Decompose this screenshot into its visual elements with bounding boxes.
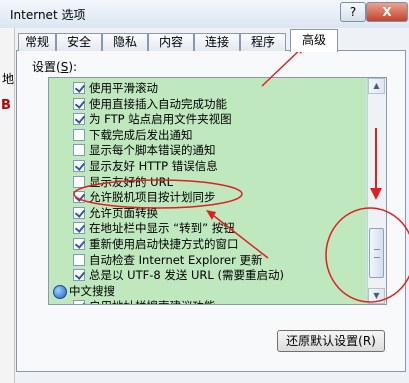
checkbox[interactable] [73, 175, 85, 188]
setting-item[interactable]: 显示友好的 URL [49, 175, 367, 191]
tab-programs[interactable]: 程序 [240, 33, 286, 51]
group-label: 中文搜搜 [69, 283, 115, 298]
setting-item[interactable]: 在地址栏中显示 “转到” 按钮 [49, 221, 367, 237]
setting-label: 在地址栏中显示 “转到” 按钮 [89, 221, 235, 236]
setting-item[interactable]: 自动检查 Internet Explorer 更新 [49, 253, 367, 269]
setting-label: 允许脱机项目按计划同步 [89, 190, 216, 205]
tab-connections[interactable]: 连接 [194, 33, 240, 51]
setting-item[interactable]: 允许脱机项目按计划同步 [49, 190, 367, 206]
setting-label: 允许页面转换 [89, 205, 158, 220]
checkbox[interactable] [73, 160, 85, 172]
setting-item[interactable]: 重新使用启动快捷方式的窗口 [49, 237, 367, 253]
checkbox[interactable] [73, 144, 85, 157]
close-button[interactable]: X [366, 2, 408, 22]
settings-list-items: 使用平滑滚动 使用直接插入自动完成功能为 FTP 站点启用文件夹视图 下载完成后发出… [49, 78, 367, 304]
globe-icon [53, 284, 67, 299]
tab-security[interactable]: 安全 [56, 33, 102, 51]
background-window-edge: 地 B [0, 28, 15, 383]
checkbox[interactable] [73, 191, 85, 204]
title-bar: Internet 选项 ? X [0, 0, 409, 29]
checkbox[interactable] [73, 238, 85, 250]
background-glyph: B [1, 98, 11, 113]
setting-label: 使用直接插入自动完成功能 [89, 96, 227, 111]
tab-general[interactable]: 常规 [18, 33, 56, 51]
setting-item[interactable]: 使用直接插入自动完成功能 [49, 97, 367, 113]
setting-label: 显示每个脚本错误的通知 [89, 143, 216, 158]
setting-item[interactable]: 为 FTP 站点启用文件夹视图 [49, 112, 367, 128]
setting-label: 自动检查 Internet Explorer 更新 [89, 252, 263, 267]
settings-list[interactable]: 使用平滑滚动 使用直接插入自动完成功能为 FTP 站点启用文件夹视图 下载完成后发出… [48, 77, 387, 305]
checkbox[interactable] [73, 97, 85, 110]
setting-label: 下载完成后发出通知 [89, 127, 193, 142]
window-title: Internet 选项 [10, 8, 86, 22]
setting-item[interactable]: 使用平滑滚动 [49, 81, 367, 97]
setting-item[interactable]: 显示每个脚本错误的通知 [49, 143, 367, 159]
scrollbar-thumb[interactable] [369, 228, 384, 278]
checkbox[interactable] [73, 113, 85, 126]
settings-label-prefix: 设置( [32, 60, 61, 74]
setting-item[interactable]: 显示友好 HTTP 错误信息 [49, 159, 367, 175]
scroll-down-arrow-icon[interactable]: ▼ [368, 288, 385, 304]
checkbox[interactable] [73, 222, 85, 235]
setting-item[interactable]: 启用地址栏搜索建议功能 [49, 299, 367, 304]
settings-label: 设置(S): [32, 58, 77, 75]
settings-group-header[interactable]: 中文搜搜 [49, 284, 367, 300]
setting-label: 显示友好 HTTP 错误信息 [89, 159, 218, 173]
checkbox[interactable] [73, 253, 85, 266]
tab-privacy[interactable]: 隐私 [102, 33, 148, 51]
setting-label: 总是以 UTF-8 发送 URL (需要重启动) [89, 268, 284, 283]
setting-label: 显示友好的 URL [89, 174, 173, 189]
setting-item[interactable]: 总是以 UTF-8 发送 URL (需要重启动) [49, 268, 367, 284]
setting-item[interactable]: 下载完成后发出通知 [49, 128, 367, 144]
checkbox[interactable] [73, 82, 85, 94]
restore-defaults-button[interactable]: 还原默认设置(R) [277, 330, 385, 352]
settings-scrollbar[interactable]: ▲ ▼ [367, 78, 386, 304]
setting-label: 重新使用启动快捷方式的窗口 [89, 237, 239, 251]
checkbox[interactable] [73, 206, 85, 219]
checkbox[interactable] [73, 128, 85, 141]
scroll-up-arrow-icon[interactable]: ▲ [368, 78, 385, 94]
checkbox[interactable] [73, 269, 85, 282]
setting-label: 启用地址栏搜索建议功能 [89, 299, 216, 304]
setting-item[interactable]: 允许页面转换 [49, 206, 367, 222]
tab-content[interactable]: 内容 [148, 33, 194, 51]
checkbox[interactable] [73, 300, 85, 304]
background-glyph: 地 [2, 72, 15, 86]
tab-advanced[interactable]: 高级 [290, 29, 338, 52]
setting-label: 使用平滑滚动 [89, 81, 158, 95]
settings-label-suffix: ): [68, 60, 78, 74]
help-button[interactable]: ? [340, 2, 366, 22]
setting-label: 为 FTP 站点启用文件夹视图 [89, 112, 232, 127]
